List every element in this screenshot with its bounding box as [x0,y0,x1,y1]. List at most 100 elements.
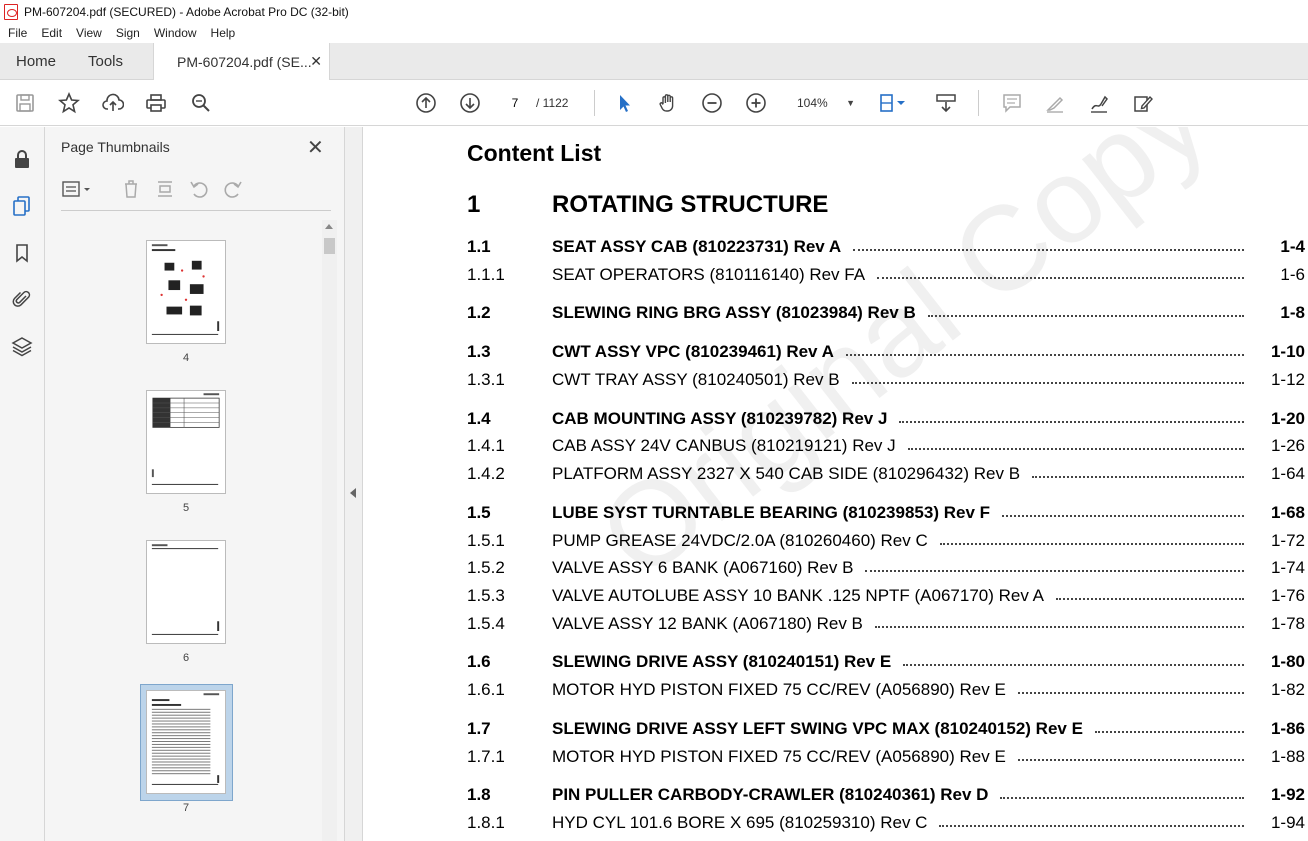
window-title: PM-607204.pdf (SECURED) - Adobe Acrobat … [24,4,349,19]
menu-edit[interactable]: Edit [41,26,62,40]
toc-entry-label: VALVE AUTOLUBE ASSY 10 BANK .125 NPTF (A… [552,586,1044,605]
toc-entry-page: 1-74 [1270,558,1305,577]
toc-leader-dots [1000,795,1244,799]
page-number-input[interactable] [500,92,530,114]
toc-entry[interactable]: 1.7 SLEWING DRIVE ASSY LEFT SWING VPC MAX… [364,719,1308,743]
hand-icon[interactable] [656,91,680,115]
close-panel-icon[interactable]: ✕ [307,135,324,160]
toc-entry[interactable]: 1.3.1 CWT TRAY ASSY (810240501) Rev B 1-12 [364,370,1308,394]
toc-entry-page: 1-88 [1270,747,1305,766]
page-preview-graphic [151,693,220,785]
zoom-out-icon[interactable] [700,91,724,115]
menu-sign[interactable]: Sign [116,26,140,40]
toc-entry[interactable]: 1.6.1 MOTOR HYD PISTON FIXED 75 CC/REV (A… [364,680,1308,704]
toc-entry-label: SEAT ASSY CAB (810223731) Rev A [552,237,842,256]
rotate-left-icon[interactable] [187,177,211,201]
delete-page-icon[interactable] [119,177,143,201]
toc-entry-label: CWT TRAY ASSY (810240501) Rev B [552,370,840,389]
thumbnails-panel: Page Thumbnails ✕ 4 5 6 7 [45,127,345,841]
collapse-panel-icon[interactable] [350,488,356,498]
toc-entry-page: 1-78 [1270,614,1305,633]
next-page-icon[interactable] [458,91,482,115]
page-thumbnail-selected[interactable] [146,690,226,794]
toc-entry[interactable]: 1.5.2 VALVE ASSY 6 BANK (A067160) Rev B 1-… [364,558,1308,582]
upload-icon[interactable] [101,91,125,115]
toc-entry-number: 1.4.1 [467,436,505,455]
lock-icon[interactable] [10,147,34,171]
toc-entry[interactable]: 1.4 CAB MOUNTING ASSY (810239782) Rev J 1-… [364,409,1308,433]
close-tab-icon[interactable]: ✕ [310,53,322,70]
zoom-in-icon[interactable] [744,91,768,115]
page-preview-graphic [151,393,220,485]
page-preview-graphic [151,544,220,635]
menu-view[interactable]: View [76,26,102,40]
toc-entry[interactable]: 1.3 CWT ASSY VPC (810239461) Rev A 1-10 [364,342,1308,366]
toc-leader-dots [874,624,1244,628]
toolbar-divider [978,90,979,116]
toc-leader-dots [1017,757,1244,761]
toc-leader-dots [877,275,1244,279]
rotate-right-icon[interactable] [221,177,245,201]
menu-window[interactable]: Window [154,26,197,40]
layers-icon[interactable] [10,334,34,358]
toc-entry-page: 1-76 [1270,586,1305,605]
find-icon[interactable] [189,91,213,115]
toc-entry-page: 1-82 [1270,680,1305,699]
toc-entry[interactable]: 1.5.1 PUMP GREASE 24VDC/2.0A (810260460) … [364,531,1308,555]
panel-splitter[interactable] [345,127,363,841]
scroll-up-icon[interactable] [325,224,333,229]
bookmarks-icon[interactable] [10,241,34,265]
prev-page-icon[interactable] [414,91,438,115]
page-preview-graphic [151,244,220,335]
tab-home[interactable]: Home [16,53,56,70]
menu-help[interactable]: Help [211,26,236,40]
toc-entry-label: CWT ASSY VPC (810239461) Rev A [552,342,834,361]
extract-page-icon[interactable] [153,177,177,201]
toc-entry[interactable]: 1.8.1 HYD CYL 101.6 BORE X 695 (810259310… [364,813,1308,837]
toc-entry[interactable]: 1.1 SEAT ASSY CAB (810223731) Rev A 1-4 [364,237,1308,261]
scroll-mode-icon[interactable] [934,91,958,115]
toc-entry[interactable]: 1.2 SLEWING RING BRG ASSY (81023984) Rev … [364,303,1308,327]
toc-entry-label: VALVE ASSY 6 BANK (A067160) Rev B [552,558,854,577]
print-icon[interactable] [144,91,168,115]
scrollbar-thumb[interactable] [324,238,335,254]
toc-entry-page: 1-6 [1280,265,1305,284]
tab-document[interactable]: PM-607204.pdf (SE... ✕ [153,43,330,80]
comment-icon[interactable] [1000,91,1024,115]
thumbnail-scrollbar[interactable] [322,220,337,841]
toc-entry[interactable]: 1.4.2 PLATFORM ASSY 2327 X 540 CAB SIDE (… [364,464,1308,488]
attachments-icon[interactable] [10,287,34,311]
toc-entry-label: PLATFORM ASSY 2327 X 540 CAB SIDE (81029… [552,464,1021,483]
toc-entry[interactable]: 1.4.1 CAB ASSY 24V CANBUS (810219121) Rev… [364,436,1308,460]
menu-file[interactable]: File [8,26,27,40]
toc-entry[interactable]: 1.6 SLEWING DRIVE ASSY (810240151) Rev E 1… [364,652,1308,676]
zoom-select[interactable]: 104% ▼ [789,92,861,114]
thumbnail-page-number: 6 [182,652,190,664]
fit-page-icon[interactable] [877,91,911,115]
document-view[interactable]: Original Copy Content List 1 ROTATING STR… [364,127,1308,841]
toc-entry-number: 1.1 [467,237,491,256]
page-thumbnail[interactable] [146,390,226,494]
toc-entry[interactable]: 1.5.3 VALVE AUTOLUBE ASSY 10 BANK .125 NP… [364,586,1308,610]
select-cursor-icon[interactable] [612,91,636,115]
tab-tools[interactable]: Tools [88,53,123,70]
page-thumbnail[interactable] [146,540,226,644]
save-icon[interactable] [13,91,37,115]
sign-icon[interactable] [1087,91,1111,115]
toc-entry-page: 1-8 [1280,303,1305,322]
page-total: / 1122 [536,96,569,110]
toc-entry-number: 1.5.4 [467,614,505,633]
bookmark-star-icon[interactable] [57,91,81,115]
page-thumbnail[interactable] [146,240,226,344]
toc-entry[interactable]: 1.5.4 VALVE ASSY 12 BANK (A067180) Rev B 1… [364,614,1308,638]
toc-entry[interactable]: 1 ROTATING STRUCTURE [364,191,1308,218]
page-thumbnails-icon[interactable] [10,194,34,218]
toc-entry[interactable]: 1.5 LUBE SYST TURNTABLE BEARING (81023985… [364,503,1308,527]
toc-entry[interactable]: 1.7.1 MOTOR HYD PISTON FIXED 75 CC/REV (A… [364,747,1308,771]
toc-entry[interactable]: 1.1.1 SEAT OPERATORS (810116140) Rev FA 1-… [364,265,1308,289]
thumbnail-options-icon[interactable] [61,177,95,201]
edit-pdf-icon[interactable] [1131,91,1155,115]
highlight-icon[interactable] [1043,91,1067,115]
toolbar-divider [594,90,595,116]
toc-entry[interactable]: 1.8 PIN PULLER CARBODY-CRAWLER (810240361… [364,785,1308,809]
